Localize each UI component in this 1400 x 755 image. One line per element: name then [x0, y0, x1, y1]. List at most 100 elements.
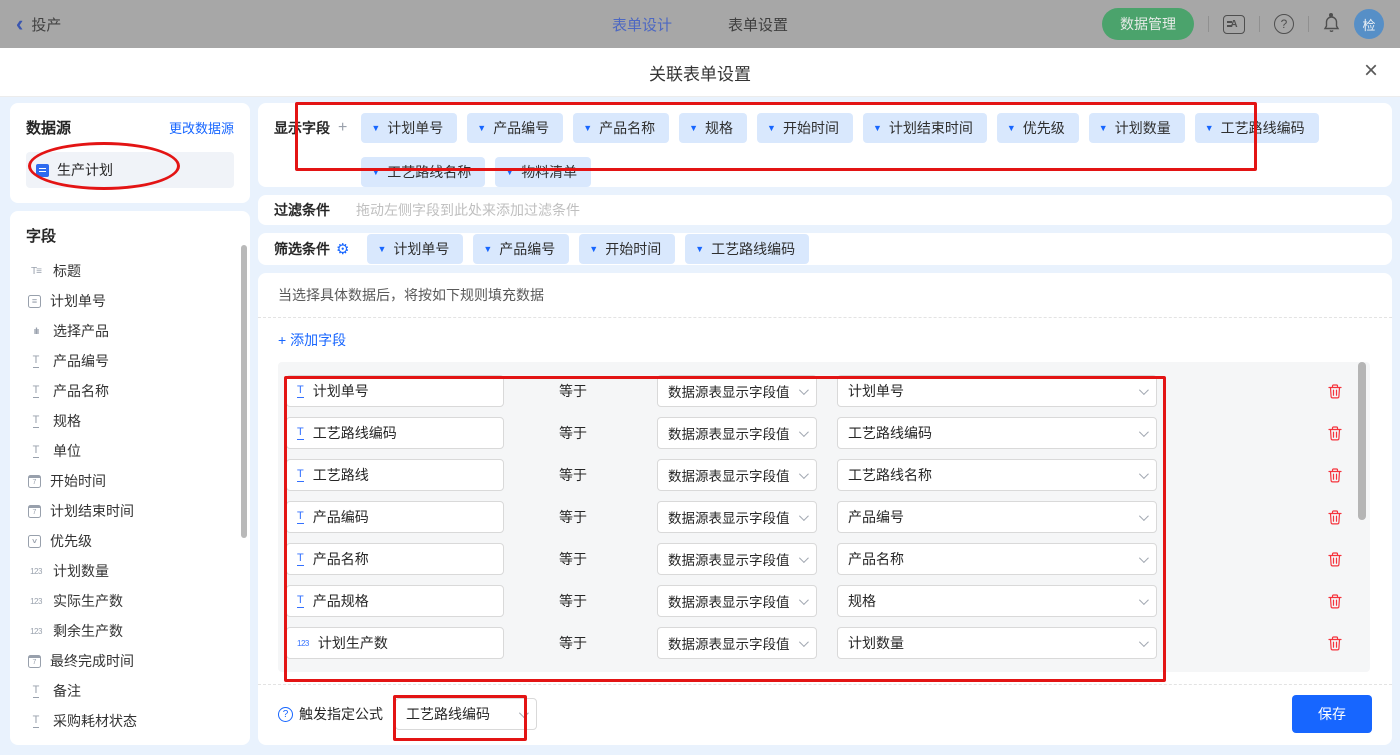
screen-label: 筛选条件 [274, 241, 330, 258]
rules-scrollbar[interactable] [1358, 362, 1366, 520]
source-field-select[interactable]: 计划单号 [837, 375, 1157, 407]
field-chip[interactable]: ▼ 开始时间 [579, 234, 676, 265]
source-field-select[interactable]: 规格 [837, 585, 1157, 617]
delete-icon[interactable] [1328, 467, 1342, 483]
help-icon[interactable] [278, 706, 293, 722]
field-item[interactable]: 开始时间 [26, 466, 234, 496]
field-chip[interactable]: ▼ 计划单号 [361, 113, 458, 143]
fields-scrollbar[interactable] [241, 245, 247, 538]
chevron-down-icon [798, 594, 809, 605]
filter-card: 过滤条件 拖动左侧字段到此处来添加过滤条件 [258, 195, 1392, 226]
text-icon [297, 468, 304, 481]
calendar-icon [28, 504, 41, 518]
rule-field-input[interactable]: 产品规格 [286, 585, 504, 617]
field-item[interactable]: 产品编号 [26, 346, 234, 376]
field-item[interactable]: 备注 [26, 676, 234, 706]
rule-field-input[interactable]: 产品名称 [286, 543, 504, 575]
delete-icon[interactable] [1328, 509, 1342, 525]
datasource-item[interactable]: 生产计划 [26, 152, 234, 188]
source-type-select[interactable]: 数据源表显示字段值 [657, 585, 817, 617]
gear-icon[interactable]: ⚙ [336, 242, 349, 257]
source-field-select[interactable]: 产品名称 [837, 543, 1157, 575]
rule-field-input[interactable]: 工艺路线 [286, 459, 504, 491]
field-item[interactable]: 剩余生产数 [26, 616, 234, 646]
field-chip[interactable]: ▼ 开始时间 [757, 113, 853, 143]
user-avatar[interactable]: 检 [1354, 9, 1384, 39]
change-datasource-link[interactable]: 更改数据源 [169, 118, 234, 137]
rule-field-input[interactable]: 计划单号 [286, 375, 504, 407]
field-chip[interactable]: ▼ 计划单号 [367, 234, 464, 265]
chevron-down-icon [1138, 636, 1149, 647]
divider [258, 317, 1392, 318]
field-chip[interactable]: ▼ 产品编号 [467, 113, 564, 143]
notification-bell-icon[interactable] [1323, 13, 1340, 33]
field-chip[interactable]: ▼ 优先级 [996, 113, 1079, 143]
chevron-down-icon [798, 468, 809, 479]
chevron-down-icon [798, 426, 809, 437]
field-item[interactable]: 优先级 [26, 526, 234, 556]
help-icon[interactable] [1274, 14, 1294, 34]
glossary-icon[interactable] [1223, 14, 1245, 34]
field-item[interactable]: 选择产品 [26, 316, 234, 346]
source-field-select[interactable]: 工艺路线名称 [837, 459, 1157, 491]
source-type-select[interactable]: 数据源表显示字段值 [657, 627, 817, 659]
field-item[interactable]: 产品名称 [26, 376, 234, 406]
delete-icon[interactable] [1328, 383, 1342, 399]
trigger-field-select[interactable]: 工艺路线编码 [395, 698, 537, 730]
field-item[interactable]: 规格 [26, 406, 234, 436]
rule-field-input[interactable]: 计划生产数 [286, 627, 504, 659]
field-item[interactable]: 采购耗材状态 [26, 706, 234, 736]
field-chip[interactable]: ▼ 工艺路线编码 [685, 234, 810, 265]
source-field-select[interactable]: 工艺路线编码 [837, 417, 1157, 449]
rule-field-input[interactable]: 工艺路线编码 [286, 417, 504, 449]
save-button[interactable]: 保存 [1292, 695, 1372, 733]
field-chip[interactable]: ▼ 计划数量 [1088, 113, 1185, 143]
operator-label: 等于 [559, 425, 587, 441]
chevron-down-icon [1138, 594, 1149, 605]
delete-icon[interactable] [1328, 551, 1342, 567]
delete-icon[interactable] [1328, 593, 1342, 609]
display-fields-card: 显示字段 + ▼ 计划单号 ▼ 产品编号 ▼ 产品名称 ▼ 规格 ▼ 开始时间 ▼ 计划结束… [258, 103, 1392, 187]
field-item[interactable]: 单位 [26, 436, 234, 466]
delete-icon[interactable] [1328, 635, 1342, 651]
field-item[interactable]: 最终完成时间 [26, 646, 234, 676]
text-icon [28, 684, 44, 697]
rule-row: 工艺路线编码 等于 数据源表显示字段值 工艺路线编码 [286, 412, 1370, 454]
field-chip[interactable]: ▼ 计划结束时间 [862, 113, 987, 143]
chevron-down-icon [1138, 552, 1149, 563]
field-chip[interactable]: ▼ 产品名称 [573, 113, 670, 143]
text-icon [297, 510, 304, 523]
field-chip[interactable]: ▼ 产品编号 [473, 234, 570, 265]
field-chip[interactable]: ▼ 工艺路线名称 [361, 157, 486, 187]
text-icon [297, 426, 304, 439]
back-button[interactable]: ‹ 投产 [16, 13, 61, 35]
source-field-select[interactable]: 产品编号 [837, 501, 1157, 533]
field-chip[interactable]: ▼ 规格 [679, 113, 748, 143]
close-icon[interactable]: × [1364, 59, 1378, 83]
tab-form-settings[interactable]: 表单设置 [728, 14, 788, 35]
field-item[interactable]: 实际生产数 [26, 586, 234, 616]
filter-dropzone-placeholder[interactable]: 拖动左侧字段到此处来添加过滤条件 [356, 200, 580, 220]
chevron-down-icon: ▼ [872, 122, 882, 133]
source-type-select[interactable]: 数据源表显示字段值 [657, 543, 817, 575]
add-field-link[interactable]: + 添加字段 [278, 330, 346, 350]
data-manage-button[interactable]: 数据管理 [1102, 8, 1194, 40]
number-icon [297, 639, 309, 648]
source-type-select[interactable]: 数据源表显示字段值 [657, 501, 817, 533]
source-field-select[interactable]: 计划数量 [837, 627, 1157, 659]
field-chip[interactable]: ▼ 工艺路线编码 [1194, 113, 1319, 143]
field-item[interactable]: 计划结束时间 [26, 496, 234, 526]
source-type-select[interactable]: 数据源表显示字段值 [657, 459, 817, 491]
calendar-icon [28, 654, 41, 668]
tab-form-design[interactable]: 表单设计 [612, 14, 672, 35]
add-display-field-icon[interactable]: + [338, 113, 347, 143]
field-item[interactable]: 标题 [26, 256, 234, 286]
delete-icon[interactable] [1328, 425, 1342, 441]
source-type-select[interactable]: 数据源表显示字段值 [657, 417, 817, 449]
field-item[interactable]: 计划单号 [26, 286, 234, 316]
source-type-select[interactable]: 数据源表显示字段值 [657, 375, 817, 407]
field-item[interactable]: 计划数量 [26, 556, 234, 586]
field-chip[interactable]: ▼ 物料清单 [495, 157, 592, 187]
rule-field-input[interactable]: 产品编码 [286, 501, 504, 533]
back-chevron-icon: ‹ [16, 11, 24, 36]
